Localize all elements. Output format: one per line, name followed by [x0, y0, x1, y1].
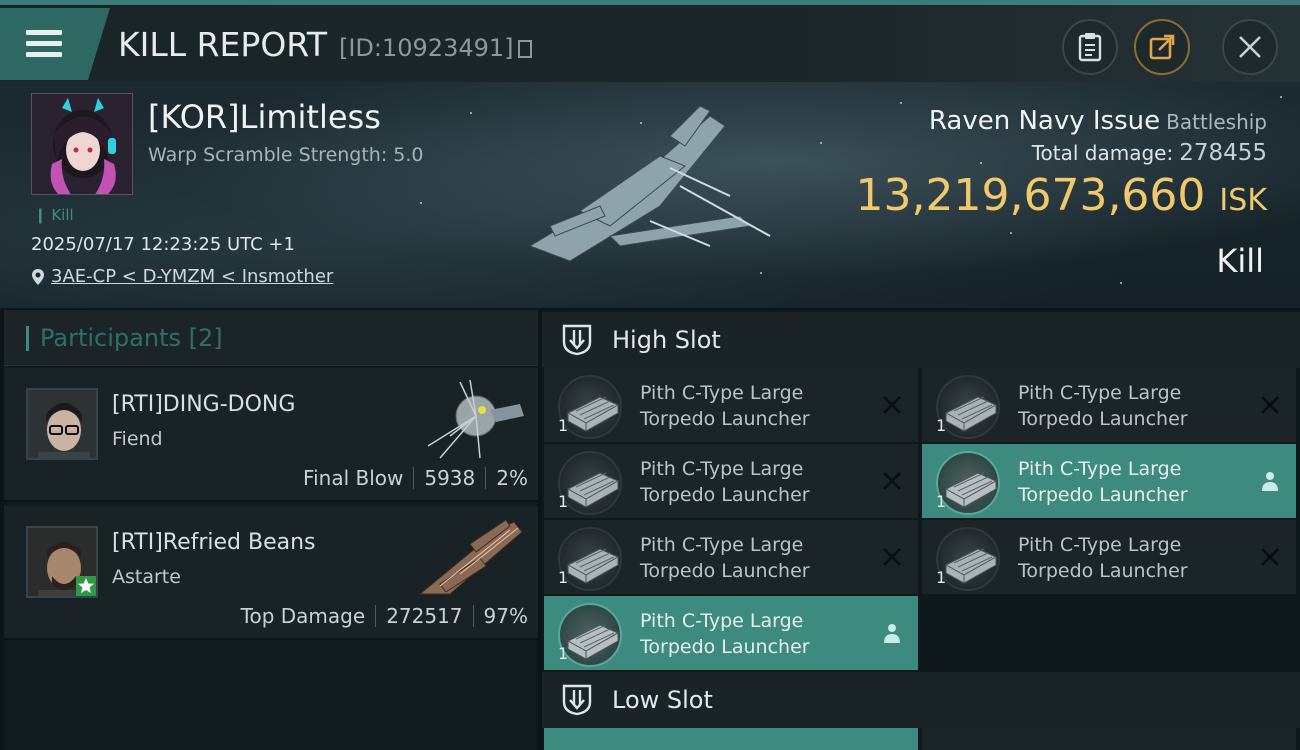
report-id: [ID:10923491]: [338, 34, 514, 62]
clipboard-icon: [1078, 33, 1102, 62]
clipboard-button[interactable]: [1062, 19, 1118, 75]
participant-name: [RTI]Refried Beans: [112, 530, 316, 555]
kill-datetime: 2025/07/17 12:23:25 UTC +1: [31, 234, 295, 255]
participant-ship-image: [418, 519, 523, 595]
location-link[interactable]: 3AE-CP < D-YMZM < Insmother: [51, 266, 333, 287]
participant-ship: Astarte: [112, 566, 181, 588]
high-slot-header: High Slot: [542, 312, 1300, 368]
participant-row[interactable]: [RTI]DING-DONG Fiend Final Blow 5938 2%: [4, 368, 538, 502]
module-name: Pith C-Type Large Torpedo Launcher: [640, 382, 810, 430]
ship-render-image: [528, 105, 771, 262]
participant-ship: Fiend: [112, 428, 163, 450]
participant-name: [RTI]DING-DONG: [112, 392, 296, 417]
module-quantity: 1: [558, 492, 569, 511]
low-slot-header: Low Slot: [542, 672, 1300, 728]
victim-avatar[interactable]: [31, 93, 133, 195]
module-item[interactable]: 1 Pith C-Type Large Torpedo Launcher: [922, 368, 1296, 442]
victim-ship[interactable]: Raven Navy Issue Battleship: [929, 106, 1267, 136]
module-item-partial[interactable]: [922, 728, 1296, 750]
high-slot-title: High Slot: [612, 326, 721, 354]
module-quantity: 1: [558, 644, 569, 663]
share-button[interactable]: [1134, 19, 1190, 75]
isk-value: 13,219,673,660 ISK: [855, 170, 1267, 221]
participant-ship-image: [427, 379, 524, 459]
top-bar: KILL REPORT [ID:10923491]: [0, 0, 1300, 82]
kill-location[interactable]: 3AE-CP < D-YMZM < Insmother: [31, 266, 333, 287]
destroyed-icon: [883, 548, 901, 566]
participants-header[interactable]: Participants [2]: [4, 310, 538, 366]
page-title: KILL REPORT [ID:10923491]: [118, 25, 532, 64]
module-name: Pith C-Type Large Torpedo Launcher: [1018, 458, 1188, 506]
module-name: Pith C-Type Large Torpedo Launcher: [1018, 534, 1188, 582]
result-label: Kill: [1216, 242, 1264, 280]
participant-avatar: [26, 388, 98, 460]
participant-damage: 5938: [424, 466, 476, 490]
participants-panel: Participants [2] [RTI]DING-DONG Fiend Fi…: [4, 310, 538, 750]
module-quantity: 1: [558, 568, 569, 587]
dropped-person-icon: [1262, 472, 1278, 491]
participant-percent: 2%: [496, 466, 528, 490]
victim-pilot-name[interactable]: [KOR]Limitless: [148, 98, 381, 136]
module-name: Pith C-Type Large Torpedo Launcher: [640, 534, 810, 582]
module-item[interactable]: 1 Pith C-Type Large Torpedo Launcher: [544, 596, 918, 670]
participant-role: Final Blow: [303, 466, 404, 490]
destroyed-icon: [883, 472, 901, 490]
module-item-partial[interactable]: [544, 728, 918, 750]
destroyed-icon: [1261, 548, 1279, 566]
participants-title: Participants [2]: [40, 324, 223, 352]
module-name: Pith C-Type Large Torpedo Launcher: [640, 610, 810, 658]
victim-summary: [KOR]Limitless Warp Scramble Strength: 5…: [0, 82, 1300, 308]
module-name: Pith C-Type Large Torpedo Launcher: [640, 458, 810, 506]
module-item[interactable]: 1 Pith C-Type Large Torpedo Launcher: [544, 444, 918, 518]
participant-stats: Final Blow 5938 2%: [303, 466, 528, 490]
copy-icon[interactable]: [517, 40, 532, 58]
module-quantity: 1: [936, 568, 947, 587]
share-icon: [1149, 34, 1175, 60]
participant-damage: 272517: [386, 604, 463, 628]
participant-role: Top Damage: [240, 604, 366, 628]
low-slot-title: Low Slot: [612, 686, 713, 714]
fitting-panel: High Slot 1 Pith C-Type Large Torpedo La…: [542, 310, 1300, 750]
location-pin-icon: [32, 268, 44, 285]
star-badge-icon: [76, 576, 96, 596]
participant-avatar: [26, 526, 98, 598]
high-slot-icon: [562, 324, 592, 356]
close-button[interactable]: [1222, 19, 1278, 75]
module-item[interactable]: 1 Pith C-Type Large Torpedo Launcher: [544, 368, 918, 442]
destroyed-icon: [883, 396, 901, 414]
module-quantity: 1: [558, 416, 569, 435]
module-item[interactable]: 1 Pith C-Type Large Torpedo Launcher: [922, 520, 1296, 594]
participant-row[interactable]: [RTI]Refried Beans Astarte Top Damage 27…: [4, 506, 538, 640]
participants-count: [2]: [188, 324, 223, 352]
total-damage: Total damage: 278455: [1031, 140, 1267, 166]
participant-stats: Top Damage 272517 97%: [241, 604, 528, 628]
kill-tag: ❙ Kill: [34, 206, 74, 224]
low-slot-icon: [562, 684, 592, 716]
menu-button[interactable]: [0, 8, 110, 80]
module-item[interactable]: 1 Pith C-Type Large Torpedo Launcher: [922, 444, 1296, 518]
dropped-person-icon: [884, 624, 900, 643]
portrait-image: [32, 94, 132, 194]
participant-percent: 97%: [483, 604, 528, 628]
module-quantity: 1: [936, 416, 947, 435]
module-item[interactable]: 1 Pith C-Type Large Torpedo Launcher: [544, 520, 918, 594]
module-name: Pith C-Type Large Torpedo Launcher: [1018, 382, 1188, 430]
module-quantity: 1: [936, 492, 947, 511]
destroyed-icon: [1261, 396, 1279, 414]
close-icon: [1239, 36, 1261, 58]
warp-scramble-strength: Warp Scramble Strength: 5.0: [148, 144, 424, 166]
